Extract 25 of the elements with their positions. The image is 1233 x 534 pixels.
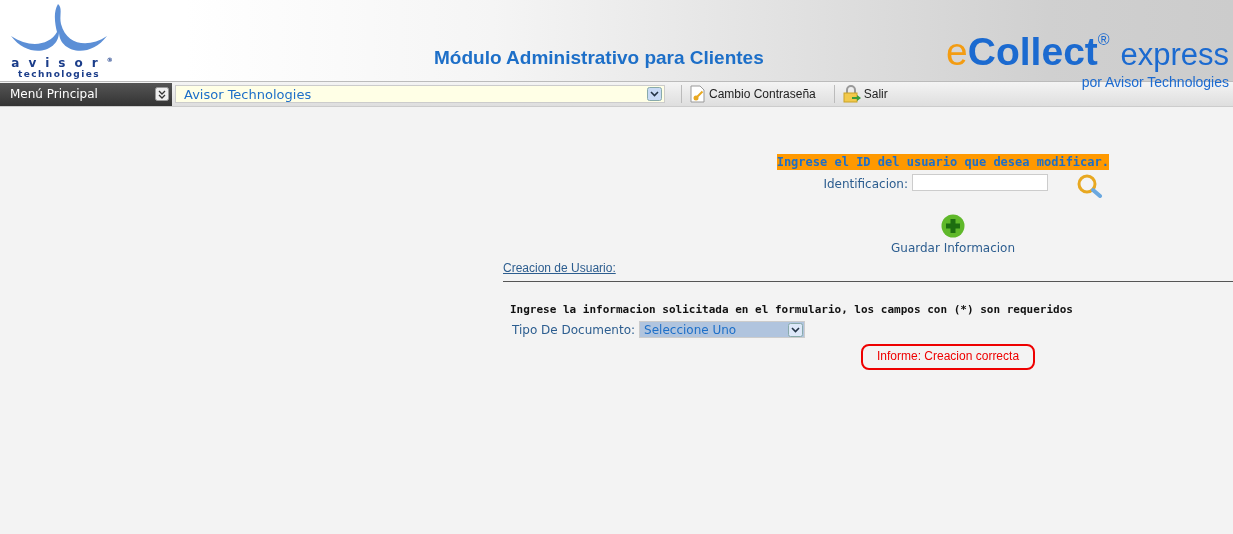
status-message: Informe: Creacion correcta — [861, 344, 1036, 370]
exit-button[interactable]: Salir — [842, 85, 888, 103]
caret-icon — [647, 87, 662, 101]
field-label: Tipo De Documento: — [512, 322, 636, 337]
id-input-field[interactable] — [912, 174, 1048, 191]
logo-tagline: technologies — [18, 69, 100, 79]
document-key-icon — [690, 85, 706, 103]
lock-arrow-icon — [842, 85, 861, 103]
brand-byline: por Avisor Technologies — [1081, 75, 1229, 89]
save-button[interactable]: Guardar Informacion — [891, 214, 1016, 255]
plus-icon — [941, 214, 966, 238]
main-menu-button[interactable]: Menú Principal — [0, 82, 172, 106]
form-instructions: Ingrese la informacion solicitada en el formulario, los campos con (*) son requeridos — [510, 303, 1073, 316]
chevron-icon — [155, 87, 169, 101]
section-link[interactable]: Creacion de Usuario: — [503, 261, 616, 275]
change-password-button[interactable]: Cambio Contraseña — [690, 85, 816, 103]
field-label: Identificacion: — [823, 177, 908, 191]
logo-name: avisor$^{®}$ — [11, 55, 113, 69]
search-icon[interactable] — [1077, 174, 1103, 198]
caret-icon — [788, 322, 804, 337]
logo-swoosh-icon — [9, 2, 109, 54]
company-select[interactable]: Avisor Technologies — [175, 85, 665, 103]
page-title: Módulo Administrativo para Clientes — [434, 47, 764, 69]
brand-logo: eCollect$^{®}$ express — [946, 29, 1229, 75]
search-heading: Ingrese el ID del usuario que desea modificar. — [776, 154, 1109, 170]
